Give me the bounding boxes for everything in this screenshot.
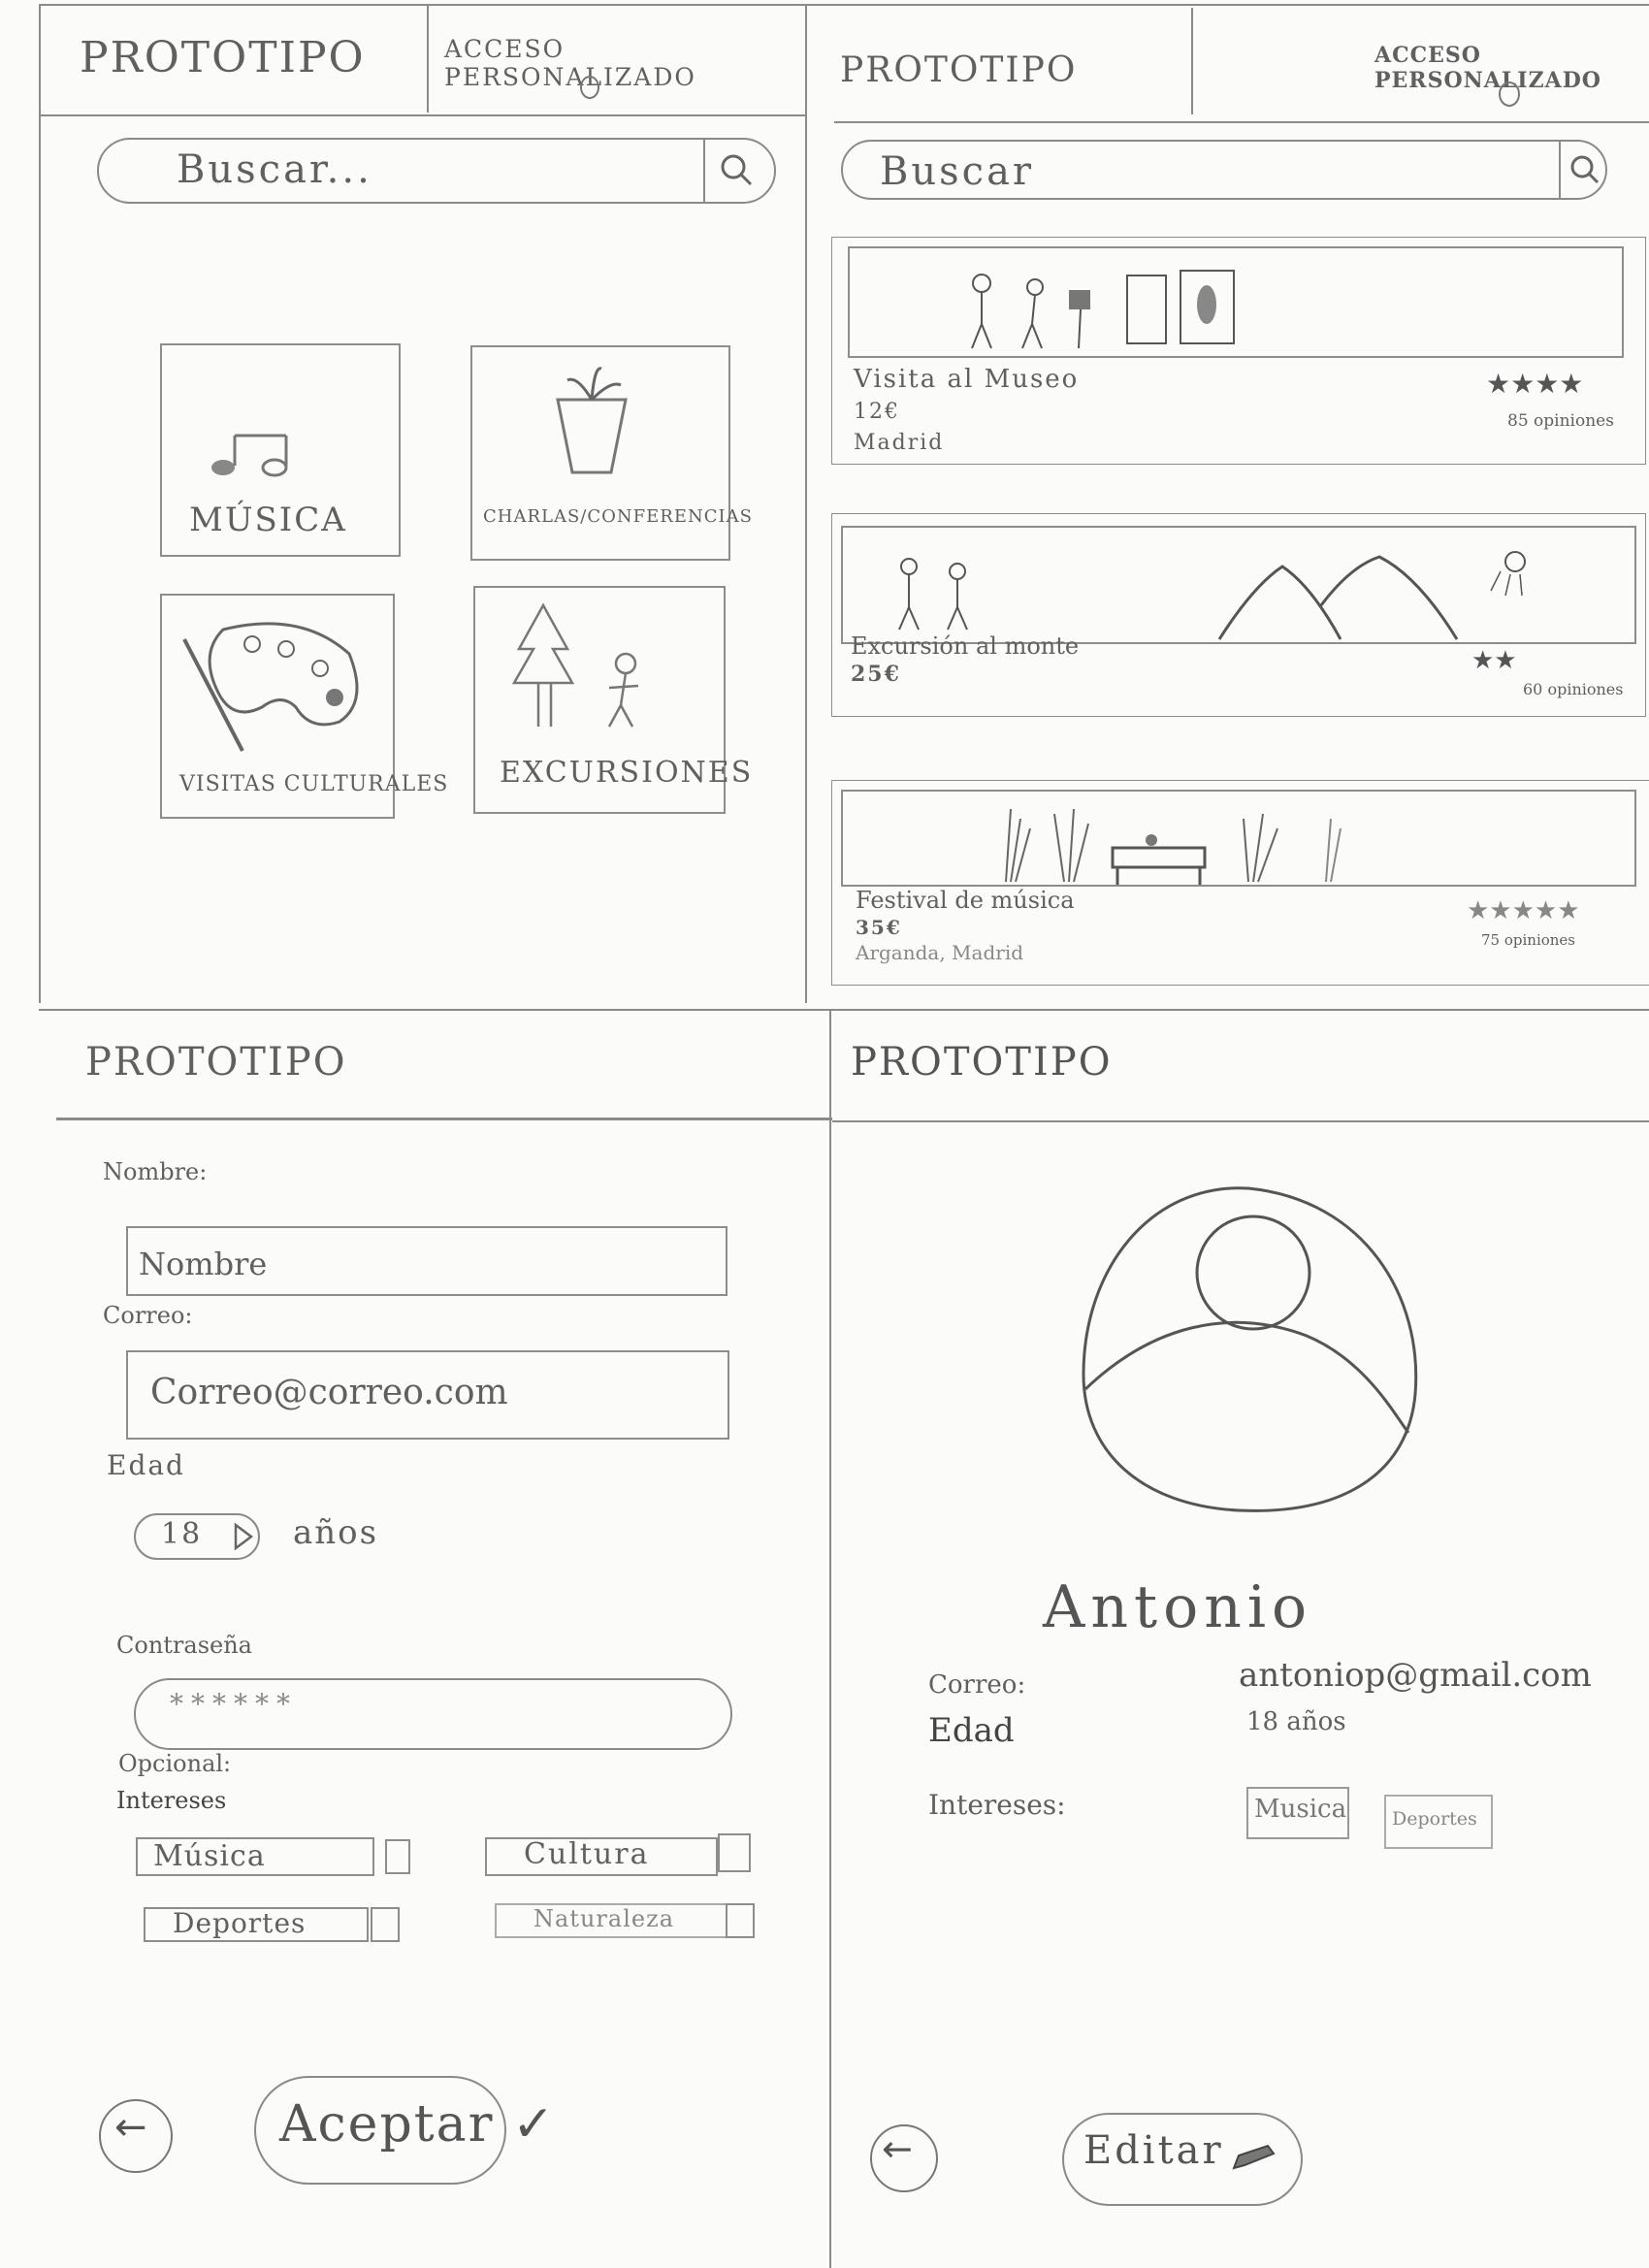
user-name: Antonio xyxy=(1043,1573,1313,1641)
category-label-excursions: EXCURSIONES xyxy=(500,756,754,790)
result-price: 12€ xyxy=(854,400,900,424)
email-label: Correo: xyxy=(103,1302,193,1329)
email-value: antoniop@gmail.com xyxy=(1239,1656,1592,1695)
screen-results: PROTOTIPO ACCESO PERSONALIZADO Buscar Vi… xyxy=(807,4,1649,1003)
password-value: ****** xyxy=(170,1688,298,1720)
age-unit: años xyxy=(293,1513,379,1552)
checkbox[interactable] xyxy=(726,1903,755,1938)
back-arrow-icon: ← xyxy=(114,2105,147,2150)
result-location: Madrid xyxy=(854,431,945,455)
result-title: Festival de música xyxy=(856,887,1075,914)
mountain-hike-illustration xyxy=(898,551,1526,640)
age-value: 18 años xyxy=(1246,1707,1346,1736)
music-festival-illustration xyxy=(1005,808,1342,885)
result-title: Excursión al monte xyxy=(851,632,1080,660)
avatar xyxy=(1082,1186,1418,1512)
interests-label: Intereses xyxy=(116,1787,227,1814)
chevron-down-icon[interactable] xyxy=(233,1522,254,1551)
music-note-icon xyxy=(211,434,288,477)
name-placeholder: Nombre xyxy=(139,1246,268,1282)
age-label: Edad xyxy=(107,1449,185,1481)
result-price: 25€ xyxy=(851,662,901,687)
checkbox[interactable] xyxy=(371,1907,400,1942)
back-arrow-icon: ← xyxy=(882,2127,913,2170)
tree-person-icon xyxy=(511,602,639,728)
accept-label: Aceptar ✓ xyxy=(279,2095,557,2154)
screen-home: PROTOTIPO ACCESO PERSONALIZADO Buscar...… xyxy=(39,4,805,1003)
search-icon[interactable] xyxy=(718,151,757,190)
plant-pot-icon xyxy=(556,367,628,474)
search-input[interactable]: Buscar... xyxy=(177,147,372,192)
screen-register: PROTOTIPO Nombre: Nombre Correo: Correo@… xyxy=(39,1011,829,2268)
header-title: PROTOTIPO xyxy=(85,1040,347,1085)
interest-tag-label: Musica xyxy=(1254,1795,1347,1824)
interest-label: Naturaleza xyxy=(534,1905,675,1932)
pencil-icon xyxy=(1232,2144,1276,2170)
category-label-cultural: VISITAS CULTURALES xyxy=(179,772,449,796)
password-label: Contraseña xyxy=(116,1632,252,1659)
result-title: Visita al Museo xyxy=(854,365,1080,394)
paint-palette-icon xyxy=(182,622,359,752)
header-title: PROTOTIPO xyxy=(851,1040,1113,1085)
optional-label: Opcional: xyxy=(118,1750,232,1777)
review-count: 60 opiniones xyxy=(1523,680,1624,698)
checkbox[interactable] xyxy=(385,1839,410,1874)
email-label: Correo: xyxy=(928,1670,1026,1700)
screen-profile: PROTOTIPO Antonio Correo: antoniop@gmail… xyxy=(831,1011,1649,2268)
museum-visit-illustration xyxy=(971,270,1235,349)
header-title: PROTOTIPO xyxy=(840,50,1078,90)
rating-stars: ★★★★★ xyxy=(1467,896,1580,925)
age-value: 18 xyxy=(161,1517,203,1551)
review-count: 85 opiniones xyxy=(1507,411,1614,431)
result-location: Arganda, Madrid xyxy=(856,941,1024,964)
interest-label: Música xyxy=(153,1839,266,1873)
rating-stars: ★★★★ xyxy=(1486,368,1584,400)
category-label-talks: CHARLAS/CONFERENCIAS xyxy=(483,506,753,527)
search-input[interactable]: Buscar xyxy=(880,149,1034,194)
name-label: Nombre: xyxy=(103,1158,208,1185)
user-icon[interactable] xyxy=(580,76,599,99)
result-price: 35€ xyxy=(856,916,902,939)
interest-tag-label: Deportes xyxy=(1392,1808,1477,1830)
rating-stars: ★★ xyxy=(1471,646,1517,675)
edit-label: Editar xyxy=(1083,2128,1224,2173)
header-title: PROTOTIPO xyxy=(80,33,366,82)
review-count: 75 opiniones xyxy=(1481,931,1576,949)
checkbox[interactable] xyxy=(718,1833,751,1872)
user-icon[interactable] xyxy=(1499,81,1520,107)
personal-access-link[interactable]: ACCESO PERSONALIZADO xyxy=(444,35,805,91)
email-placeholder: Correo@correo.com xyxy=(150,1373,508,1412)
search-icon[interactable] xyxy=(1567,151,1605,190)
interest-label: Cultura xyxy=(524,1837,650,1871)
interest-label: Deportes xyxy=(173,1907,307,1939)
age-label: Edad xyxy=(928,1711,1015,1750)
category-label-music: MÚSICA xyxy=(189,501,347,539)
interests-label: Intereses: xyxy=(928,1789,1066,1821)
